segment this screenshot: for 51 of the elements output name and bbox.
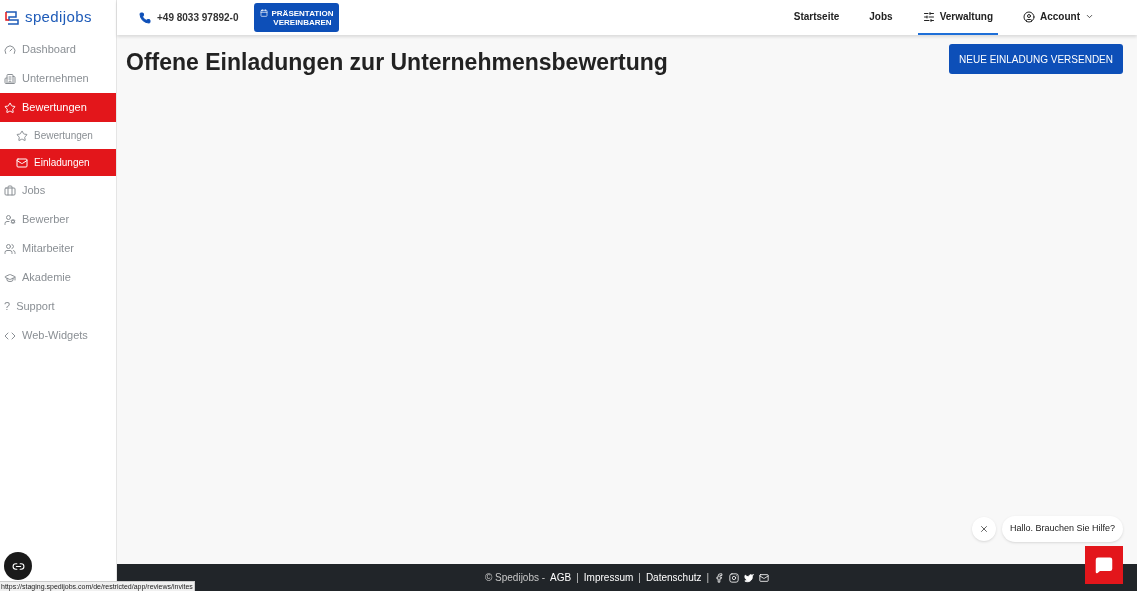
building-icon xyxy=(4,72,16,85)
presentation-button[interactable]: PRÄSENTATION VEREINBAREN xyxy=(254,3,340,32)
sidebar-item[interactable]: Akademie xyxy=(0,263,116,292)
calendar-icon xyxy=(260,9,269,17)
footer-link[interactable]: Datenschutz xyxy=(645,570,702,585)
close-icon xyxy=(978,524,989,534)
sidebar-item[interactable]: Mitarbeiter xyxy=(0,234,116,263)
sidebar-item[interactable]: Web-Widgets xyxy=(0,321,116,350)
footer-link[interactable]: AGB xyxy=(550,570,572,585)
caret-icon xyxy=(1085,12,1094,21)
logo-text: spedijobs xyxy=(25,7,92,28)
sidebar-item[interactable]: Dashboard xyxy=(0,35,116,64)
sliders-icon xyxy=(922,10,935,23)
instagram-icon[interactable] xyxy=(729,572,740,583)
gauge-icon xyxy=(4,43,16,56)
sidebar-item[interactable]: Unternehmen xyxy=(0,64,116,93)
chat-bubble: Hallo. Brauchen Sie Hilfe? xyxy=(1001,516,1123,542)
facebook-icon[interactable] xyxy=(714,572,725,583)
envelope-icon[interactable] xyxy=(759,572,770,583)
sidebar-item[interactable]: ? Support xyxy=(0,292,116,321)
page-title: Offene Einladungen zur Unternehmensbewertung xyxy=(126,48,668,77)
separator-text: | xyxy=(706,571,710,585)
envelope-icon xyxy=(16,156,28,169)
footer-link[interactable]: Impressum xyxy=(583,570,634,585)
new-invitation-button[interactable]: NEUE EINLADUNG VERSENDEN xyxy=(949,44,1123,74)
nav-link[interactable]: Account xyxy=(1018,0,1099,35)
copyright-text: © Spedijobs - xyxy=(484,571,546,585)
separator-text: | xyxy=(638,571,641,585)
briefcase-icon xyxy=(4,184,16,197)
star-icon xyxy=(4,101,16,114)
sidebar-subitem[interactable]: Bewertungen xyxy=(0,122,116,149)
sidebar-item[interactable]: Bewerber xyxy=(0,205,116,234)
sidebar-item[interactable]: Jobs xyxy=(0,176,116,205)
sidebar-subitem[interactable]: Einladungen xyxy=(0,149,116,176)
question-icon: ? xyxy=(4,301,11,312)
star-icon xyxy=(16,129,28,142)
user-circle-icon xyxy=(1023,10,1035,23)
separator-text: | xyxy=(576,571,579,585)
twitter-icon[interactable] xyxy=(744,572,755,583)
users-icon xyxy=(4,242,16,255)
nav-link[interactable]: Jobs xyxy=(864,0,898,35)
chat-icon xyxy=(1095,556,1113,574)
nav-link[interactable]: Startseite xyxy=(788,0,845,35)
nav-link[interactable]: Verwaltung xyxy=(917,0,998,35)
graduation-cap-icon xyxy=(4,271,16,284)
sidebar-item[interactable]: Bewertungen xyxy=(0,93,116,122)
logo-icon xyxy=(5,10,19,25)
user-icon xyxy=(4,213,16,226)
phone-number: +49 8033 97892-0 xyxy=(157,11,239,25)
phone-icon xyxy=(139,11,151,24)
chat-button[interactable] xyxy=(1085,546,1123,584)
